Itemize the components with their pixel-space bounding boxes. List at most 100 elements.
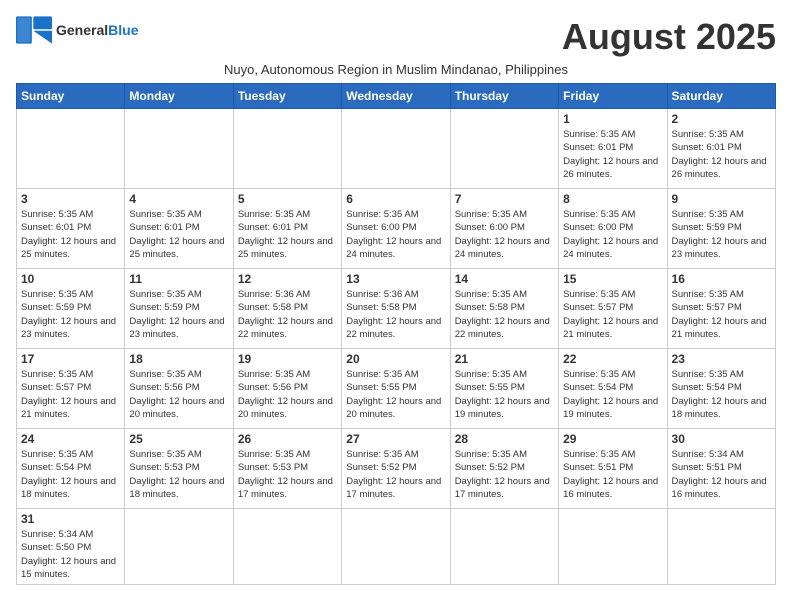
logo: GeneralBlue: [16, 16, 138, 44]
day-number: 7: [455, 192, 554, 206]
calendar-cell: 1Sunrise: 5:35 AM Sunset: 6:01 PM Daylig…: [559, 109, 667, 189]
calendar-cell: [450, 509, 558, 585]
calendar-week-row: 31Sunrise: 5:34 AM Sunset: 5:50 PM Dayli…: [17, 509, 776, 585]
day-info: Sunrise: 5:35 AM Sunset: 5:53 PM Dayligh…: [129, 448, 228, 501]
calendar-cell: 10 Sunrise: 5:35 AM Sunset: 5:59 PM Dayli…: [17, 269, 125, 349]
calendar-cell: 28 Sunrise: 5:35 AM Sunset: 5:52 PM Dayli…: [450, 429, 558, 509]
day-info: Sunrise: 5:35 AM Sunset: 6:01 PM Dayligh…: [238, 208, 337, 261]
calendar-cell: 7 Sunrise: 5:35 AM Sunset: 6:00 PM Daylig…: [450, 189, 558, 269]
logo-text: GeneralBlue: [56, 22, 138, 38]
day-info: Sunrise: 5:35 AM Sunset: 5:52 PM Dayligh…: [455, 448, 554, 501]
day-number: 5: [238, 192, 337, 206]
calendar-cell: 19Sunrise: 5:35 AM Sunset: 5:56 PM Dayli…: [233, 349, 341, 429]
weekday-header-sunday: Sunday: [17, 84, 125, 109]
calendar-cell: 24 Sunrise: 5:35 AM Sunset: 5:54 PM Dayli…: [17, 429, 125, 509]
day-number: 16: [672, 272, 771, 286]
day-number: 30: [672, 432, 771, 446]
day-number: 13: [346, 272, 445, 286]
day-info: Sunrise: 5:35 AM Sunset: 5:59 PM Dayligh…: [21, 288, 120, 341]
day-info: Sunrise: 5:35 AM Sunset: 5:55 PM Dayligh…: [346, 368, 445, 421]
calendar-cell: 11Sunrise: 5:35 AM Sunset: 5:59 PM Dayli…: [125, 269, 233, 349]
day-number: 25: [129, 432, 228, 446]
calendar-cell: [667, 509, 775, 585]
day-number: 4: [129, 192, 228, 206]
calendar-week-row: 1Sunrise: 5:35 AM Sunset: 6:01 PM Daylig…: [17, 109, 776, 189]
calendar-cell: [125, 109, 233, 189]
day-number: 3: [21, 192, 120, 206]
day-info: Sunrise: 5:35 AM Sunset: 5:57 PM Dayligh…: [672, 288, 771, 341]
weekday-header-tuesday: Tuesday: [233, 84, 341, 109]
day-info: Sunrise: 5:34 AM Sunset: 5:51 PM Dayligh…: [672, 448, 771, 501]
day-info: Sunrise: 5:34 AM Sunset: 5:50 PM Dayligh…: [21, 528, 120, 581]
day-info: Sunrise: 5:35 AM Sunset: 5:52 PM Dayligh…: [346, 448, 445, 501]
calendar-cell: 23 Sunrise: 5:35 AM Sunset: 5:54 PM Dayli…: [667, 349, 775, 429]
day-info: Sunrise: 5:35 AM Sunset: 5:58 PM Dayligh…: [455, 288, 554, 341]
calendar-cell: [233, 109, 341, 189]
calendar-cell: 29Sunrise: 5:35 AM Sunset: 5:51 PM Dayli…: [559, 429, 667, 509]
calendar-cell: 3 Sunrise: 5:35 AM Sunset: 6:01 PM Daylig…: [17, 189, 125, 269]
calendar-cell: 4 Sunrise: 5:35 AM Sunset: 6:01 PM Daylig…: [125, 189, 233, 269]
calendar-week-row: 17 Sunrise: 5:35 AM Sunset: 5:57 PM Dayli…: [17, 349, 776, 429]
calendar-cell: 26 Sunrise: 5:35 AM Sunset: 5:53 PM Dayli…: [233, 429, 341, 509]
calendar-week-row: 3 Sunrise: 5:35 AM Sunset: 6:01 PM Daylig…: [17, 189, 776, 269]
calendar-cell: 22 Sunrise: 5:35 AM Sunset: 5:54 PM Dayli…: [559, 349, 667, 429]
calendar-cell: 21 Sunrise: 5:35 AM Sunset: 5:55 PM Dayli…: [450, 349, 558, 429]
day-info: Sunrise: 5:35 AM Sunset: 6:01 PM Dayligh…: [672, 128, 771, 181]
day-info: Sunrise: 5:35 AM Sunset: 5:55 PM Dayligh…: [455, 368, 554, 421]
day-number: 15: [563, 272, 662, 286]
day-number: 10: [21, 272, 120, 286]
weekday-header-monday: Monday: [125, 84, 233, 109]
day-info: Sunrise: 5:36 AM Sunset: 5:58 PM Dayligh…: [238, 288, 337, 341]
day-number: 20: [346, 352, 445, 366]
day-number: 23: [672, 352, 771, 366]
calendar-cell: 31Sunrise: 5:34 AM Sunset: 5:50 PM Dayli…: [17, 509, 125, 585]
calendar-cell: 17 Sunrise: 5:35 AM Sunset: 5:57 PM Dayli…: [17, 349, 125, 429]
day-number: 28: [455, 432, 554, 446]
calendar-cell: 13 Sunrise: 5:36 AM Sunset: 5:58 PM Dayli…: [342, 269, 450, 349]
day-number: 24: [21, 432, 120, 446]
calendar-cell: 5 Sunrise: 5:35 AM Sunset: 6:01 PM Daylig…: [233, 189, 341, 269]
day-number: 2: [672, 112, 771, 126]
month-title: August 2025: [562, 16, 776, 58]
day-info: Sunrise: 5:35 AM Sunset: 6:00 PM Dayligh…: [455, 208, 554, 261]
day-info: Sunrise: 5:35 AM Sunset: 5:57 PM Dayligh…: [21, 368, 120, 421]
day-number: 8: [563, 192, 662, 206]
calendar-cell: 14Sunrise: 5:35 AM Sunset: 5:58 PM Dayli…: [450, 269, 558, 349]
calendar-cell: [342, 509, 450, 585]
day-info: Sunrise: 5:36 AM Sunset: 5:58 PM Dayligh…: [346, 288, 445, 341]
calendar-week-row: 24 Sunrise: 5:35 AM Sunset: 5:54 PM Dayli…: [17, 429, 776, 509]
day-info: Sunrise: 5:35 AM Sunset: 6:01 PM Dayligh…: [21, 208, 120, 261]
day-info: Sunrise: 5:35 AM Sunset: 5:54 PM Dayligh…: [672, 368, 771, 421]
calendar-table: SundayMondayTuesdayWednesdayThursdayFrid…: [16, 83, 776, 585]
day-number: 19: [238, 352, 337, 366]
calendar-cell: 9 Sunrise: 5:35 AM Sunset: 5:59 PM Daylig…: [667, 189, 775, 269]
day-number: 11: [129, 272, 228, 286]
day-info: Sunrise: 5:35 AM Sunset: 5:59 PM Dayligh…: [672, 208, 771, 261]
weekday-header-friday: Friday: [559, 84, 667, 109]
day-info: Sunrise: 5:35 AM Sunset: 6:01 PM Dayligh…: [129, 208, 228, 261]
day-info: Sunrise: 5:35 AM Sunset: 5:54 PM Dayligh…: [563, 368, 662, 421]
day-info: Sunrise: 5:35 AM Sunset: 6:00 PM Dayligh…: [563, 208, 662, 261]
calendar-cell: [450, 109, 558, 189]
day-info: Sunrise: 5:35 AM Sunset: 5:54 PM Dayligh…: [21, 448, 120, 501]
day-number: 6: [346, 192, 445, 206]
day-info: Sunrise: 5:35 AM Sunset: 5:53 PM Dayligh…: [238, 448, 337, 501]
calendar-cell: 27Sunrise: 5:35 AM Sunset: 5:52 PM Dayli…: [342, 429, 450, 509]
calendar-cell: 25 Sunrise: 5:35 AM Sunset: 5:53 PM Dayli…: [125, 429, 233, 509]
day-number: 26: [238, 432, 337, 446]
weekday-header-row: SundayMondayTuesdayWednesdayThursdayFrid…: [17, 84, 776, 109]
day-info: Sunrise: 5:35 AM Sunset: 6:01 PM Dayligh…: [563, 128, 662, 181]
calendar-subtitle: Nuyo, Autonomous Region in Muslim Mindan…: [16, 62, 776, 77]
calendar-cell: 12 Sunrise: 5:36 AM Sunset: 5:58 PM Dayli…: [233, 269, 341, 349]
calendar-cell: 8 Sunrise: 5:35 AM Sunset: 6:00 PM Daylig…: [559, 189, 667, 269]
calendar-cell: 20 Sunrise: 5:35 AM Sunset: 5:55 PM Dayli…: [342, 349, 450, 429]
calendar-cell: 15Sunrise: 5:35 AM Sunset: 5:57 PM Dayli…: [559, 269, 667, 349]
calendar-cell: 30 Sunrise: 5:34 AM Sunset: 5:51 PM Dayli…: [667, 429, 775, 509]
day-number: 17: [21, 352, 120, 366]
day-number: 21: [455, 352, 554, 366]
day-number: 9: [672, 192, 771, 206]
logo-icon: [16, 16, 52, 44]
day-number: 18: [129, 352, 228, 366]
day-number: 12: [238, 272, 337, 286]
day-number: 22: [563, 352, 662, 366]
